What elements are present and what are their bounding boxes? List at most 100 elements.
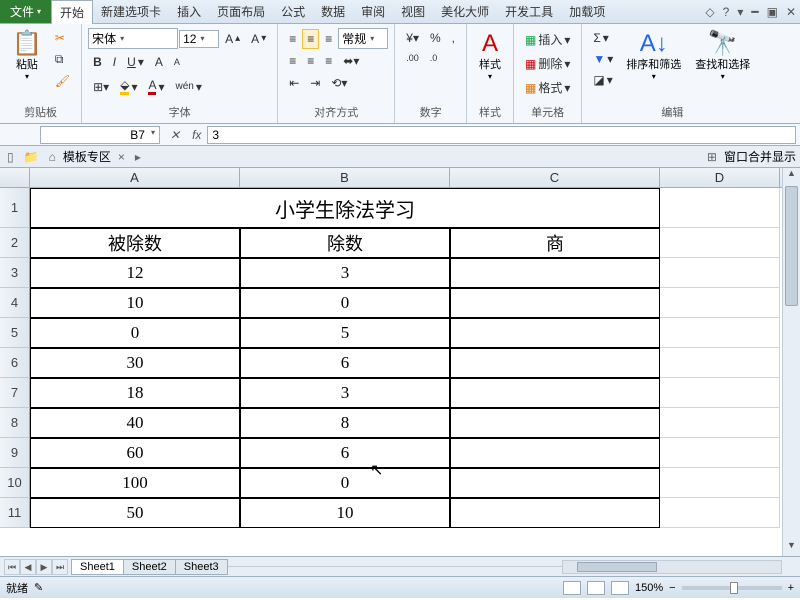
name-box[interactable]: B7▾ xyxy=(40,126,160,144)
vertical-scrollbar[interactable]: ▲ ▼ xyxy=(782,168,800,556)
header-cell[interactable]: 除数 xyxy=(240,228,450,258)
tab-formula[interactable]: 公式 xyxy=(273,0,313,23)
horizontal-scrollbar[interactable] xyxy=(562,560,782,574)
file-menu[interactable]: 文件 ▾ xyxy=(0,0,51,23)
sheet-tab-2[interactable]: Sheet2 xyxy=(123,559,176,575)
cell[interactable]: 10 xyxy=(240,498,450,528)
border-button[interactable]: ⊞▾ xyxy=(88,77,114,97)
minimize-icon[interactable]: ━ xyxy=(747,3,762,21)
align-left-button[interactable]: ≡ xyxy=(284,51,301,71)
tab-new[interactable]: 新建选项卡 xyxy=(93,0,169,23)
dec-decimal-button[interactable]: .0 xyxy=(425,50,443,66)
cell[interactable] xyxy=(450,348,660,378)
cell[interactable] xyxy=(450,318,660,348)
cell[interactable] xyxy=(450,408,660,438)
italic-button[interactable]: I xyxy=(108,52,121,72)
underline-button[interactable]: U▾ xyxy=(122,52,149,72)
close-icon[interactable]: ✕ xyxy=(782,3,800,21)
cell[interactable] xyxy=(660,498,780,528)
scroll-up-icon[interactable]: ▲ xyxy=(783,168,800,184)
format-cells-button[interactable]: ▦格式▾ xyxy=(520,76,575,99)
chevron-up-icon[interactable]: ◇ xyxy=(701,3,718,21)
sheet-next-icon[interactable]: ▶ xyxy=(36,559,52,575)
tab-data[interactable]: 数据 xyxy=(313,0,353,23)
restore-icon[interactable]: ▣ xyxy=(763,3,782,21)
sheet-prev-icon[interactable]: ◀ xyxy=(20,559,36,575)
select-all-corner[interactable] xyxy=(0,168,30,187)
cell[interactable]: 0 xyxy=(240,468,450,498)
find-select-button[interactable]: 🔭 查找和选择▾ xyxy=(689,28,756,85)
add-tab-icon[interactable]: ▸ xyxy=(132,150,144,164)
copy-button[interactable]: ⧉ xyxy=(50,49,75,70)
fill-color-button[interactable]: ⬙▾ xyxy=(115,75,142,98)
cell[interactable] xyxy=(450,498,660,528)
paste-button[interactable]: 📋 粘贴 ▾ xyxy=(6,28,48,85)
sheet-tab-1[interactable]: Sheet1 xyxy=(71,559,124,575)
scroll-down-icon[interactable]: ▼ xyxy=(783,540,800,556)
tab-dev[interactable]: 开发工具 xyxy=(497,0,561,23)
help-icon[interactable]: ? xyxy=(719,3,734,21)
align-bottom-button[interactable]: ≡ xyxy=(320,29,337,49)
cell[interactable] xyxy=(660,258,780,288)
cell[interactable]: 6 xyxy=(240,348,450,378)
col-B[interactable]: B xyxy=(240,168,450,187)
cell[interactable] xyxy=(660,468,780,498)
cell[interactable]: 0 xyxy=(240,288,450,318)
tab-addins[interactable]: 加载项 xyxy=(561,0,613,23)
fill-button[interactable]: ▼▾ xyxy=(588,49,618,69)
row-10[interactable]: 10 xyxy=(0,468,30,498)
row-8[interactable]: 8 xyxy=(0,408,30,438)
font-shrink-icon[interactable]: A xyxy=(169,54,185,70)
doc-icon[interactable]: ▯ xyxy=(4,150,17,164)
zoom-in-button[interactable]: + xyxy=(788,582,794,594)
cell[interactable]: 3 xyxy=(240,378,450,408)
row-7[interactable]: 7 xyxy=(0,378,30,408)
col-A[interactable]: A xyxy=(30,168,240,187)
cell[interactable]: 6 xyxy=(240,438,450,468)
row-5[interactable]: 5 xyxy=(0,318,30,348)
cell[interactable]: 50 xyxy=(30,498,240,528)
dropdown-icon[interactable]: ▾ xyxy=(733,3,747,21)
tab-view[interactable]: 视图 xyxy=(393,0,433,23)
cell[interactable]: 60 xyxy=(30,438,240,468)
cell[interactable] xyxy=(450,468,660,498)
comma-button[interactable]: , xyxy=(447,28,460,48)
font-size-combo[interactable]: 12▾ xyxy=(179,30,219,48)
cell[interactable]: 10 xyxy=(30,288,240,318)
template-label[interactable]: 模板专区 xyxy=(63,148,111,165)
home-icon[interactable]: ⌂ xyxy=(46,150,59,164)
sort-filter-button[interactable]: A↓ 排序和筛选▾ xyxy=(620,28,687,85)
tab-insert[interactable]: 插入 xyxy=(169,0,209,23)
tab-beautify[interactable]: 美化大师 xyxy=(433,0,497,23)
wrap-combo[interactable]: 常规▾ xyxy=(338,28,388,49)
window-merge-icon[interactable]: ⊞ xyxy=(704,150,720,164)
view-layout-button[interactable] xyxy=(587,581,605,595)
row-11[interactable]: 11 xyxy=(0,498,30,528)
cell[interactable]: 18 xyxy=(30,378,240,408)
scroll-thumb[interactable] xyxy=(785,186,798,306)
font-name-combo[interactable]: 宋体▾ xyxy=(88,28,178,49)
header-cell[interactable]: 被除数 xyxy=(30,228,240,258)
format-painter-button[interactable]: 🖌 xyxy=(50,71,75,91)
cell[interactable] xyxy=(660,288,780,318)
tab-layout[interactable]: 页面布局 xyxy=(209,0,273,23)
cell[interactable]: 8 xyxy=(240,408,450,438)
close-tab-icon[interactable]: × xyxy=(115,150,128,164)
row-2[interactable]: 2 xyxy=(0,228,30,258)
shrink-font-button[interactable]: A▾ xyxy=(246,29,271,49)
cell[interactable]: 40 xyxy=(30,408,240,438)
sheet-tab-3[interactable]: Sheet3 xyxy=(175,559,228,575)
sheet-last-icon[interactable]: ⏭ xyxy=(52,559,68,575)
font-color-button[interactable]: A▾ xyxy=(143,75,169,98)
row-1[interactable]: 1 xyxy=(0,188,30,228)
align-right-button[interactable]: ≡ xyxy=(320,51,337,71)
cell[interactable] xyxy=(660,438,780,468)
title-cell[interactable]: 小学生除法学习 xyxy=(30,188,660,228)
align-center-button[interactable]: ≡ xyxy=(302,51,319,71)
formula-input[interactable]: 3 xyxy=(207,126,796,144)
row-6[interactable]: 6 xyxy=(0,348,30,378)
row-3[interactable]: 3 xyxy=(0,258,30,288)
merge-button[interactable]: ⬌▾ xyxy=(338,51,364,71)
font-grow-icon[interactable]: A xyxy=(150,52,168,72)
window-merge-label[interactable]: 窗口合并显示 xyxy=(724,148,796,165)
